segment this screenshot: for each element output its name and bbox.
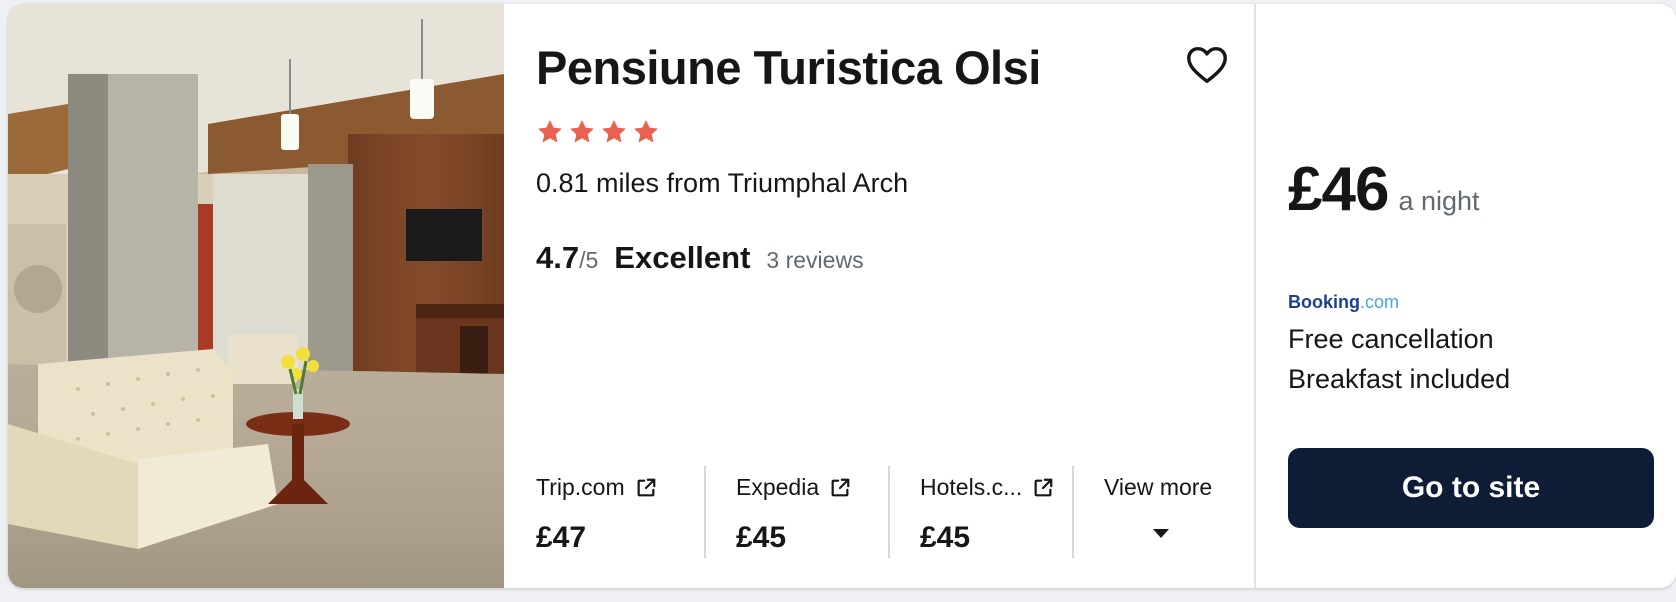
view-more-providers-button[interactable]: View more — [1072, 466, 1236, 558]
offer-panel: £46 a night Booking.com Free cancellatio… — [1256, 4, 1676, 588]
perk-free-cancellation: Free cancellation — [1288, 324, 1494, 354]
star-icon — [634, 120, 658, 143]
booking-com-logo: Booking.com — [1288, 292, 1400, 312]
review-score: 4.7/5 — [536, 240, 598, 276]
view-more-label: View more — [1104, 474, 1213, 500]
go-to-site-button[interactable]: Go to site — [1288, 448, 1654, 528]
favorite-heart-icon[interactable] — [1184, 42, 1230, 88]
star-icon — [538, 120, 562, 143]
star-icon — [602, 120, 626, 143]
star-icon — [570, 120, 594, 143]
hotel-lobby-image — [8, 4, 504, 588]
distance-text: 0.81 miles from Triumphal Arch — [536, 168, 909, 198]
score-max: /5 — [579, 247, 599, 273]
external-link-icon — [1034, 478, 1053, 496]
external-link-icon — [831, 478, 850, 496]
hotel-name[interactable]: Pensiune Turistica Olsi — [536, 40, 1041, 95]
provider-price-list: Trip.com £47 Expedia £45 Hotels.c... £45 — [536, 466, 1236, 558]
star-rating — [536, 118, 660, 146]
provider-expedia[interactable]: Expedia £45 — [704, 466, 888, 558]
rating-label: Excellent — [614, 240, 751, 275]
perk-breakfast-included: Breakfast included — [1288, 364, 1511, 394]
provider-hotels-com[interactable]: Hotels.c... £45 — [888, 466, 1072, 558]
hotel-details: Pensiune Turistica Olsi 0.81 miles from … — [504, 4, 1256, 588]
chevron-down-icon — [1153, 529, 1169, 538]
review-count: 3 reviews — [766, 247, 864, 273]
hotel-photo[interactable] — [8, 4, 504, 588]
provider-name: Hotels.c... — [920, 474, 1023, 500]
provider-price: £45 — [736, 521, 787, 554]
provider-name: Trip.com — [536, 474, 625, 500]
provider-price: £45 — [920, 521, 971, 554]
provider-name: Expedia — [736, 474, 820, 500]
price-unit: a night — [1398, 186, 1480, 216]
price-value: £46 — [1288, 155, 1389, 224]
provider-trip-com[interactable]: Trip.com £47 — [536, 466, 704, 558]
hotel-result-card[interactable]: Pensiune Turistica Olsi 0.81 miles from … — [8, 4, 1676, 588]
score-value: 4.7 — [536, 240, 580, 275]
review-summary[interactable]: 4.7/5 Excellent 3 reviews — [536, 240, 864, 276]
external-link-icon — [637, 478, 655, 496]
provider-price: £47 — [536, 521, 587, 554]
nightly-price: £46 a night — [1288, 154, 1480, 225]
